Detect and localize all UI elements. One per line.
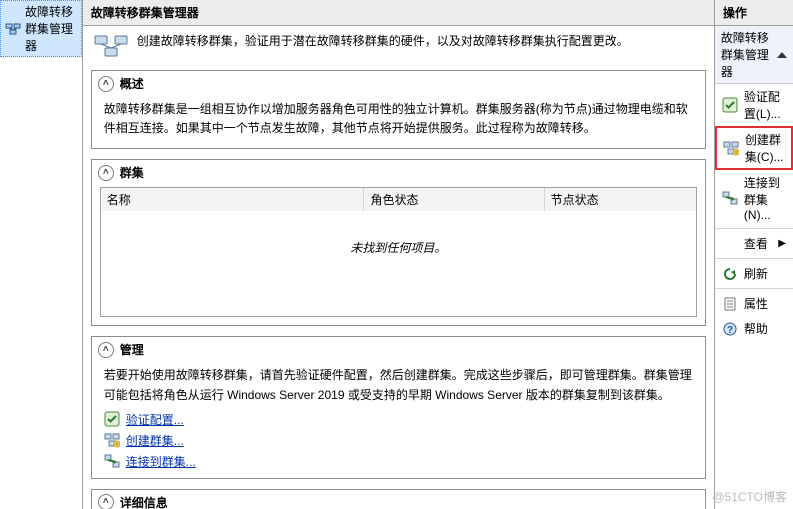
action-separator (715, 258, 793, 259)
collapse-up-icon (777, 52, 787, 58)
overview-section: ˄ 概述 故障转移群集是一组相互协作以增加服务器角色可用性的独立计算机。群集服务… (91, 70, 706, 149)
main-scroll-area[interactable]: ˄ 概述 故障转移群集是一组相互协作以增加服务器角色可用性的独立计算机。群集服务… (83, 66, 714, 509)
overview-title: 概述 (120, 75, 144, 92)
moreinfo-header: ˄ 详细信息 (92, 490, 705, 509)
app-root: 故障转移群集管理器 故障转移群集管理器 创建故障转移群集，验证用于潜在故障转移群… (0, 0, 793, 509)
actions-group-header[interactable]: 故障转移群集管理器 (715, 26, 793, 84)
col-nodestate-header[interactable]: 节点状态 (545, 188, 696, 211)
moreinfo-title: 详细信息 (120, 494, 168, 509)
action-view[interactable]: 查看 ▶ (715, 231, 793, 256)
properties-icon (722, 296, 738, 312)
moreinfo-section: ˄ 详细信息 Web 上的故障转移群集主题 (91, 489, 706, 509)
management-body: 若要开始使用故障转移群集，请首先验证硬件配置，然后创建群集。完成这些步骤后，即可… (92, 362, 705, 408)
svg-text:?: ? (727, 325, 733, 336)
cluster-manager-icon (5, 21, 21, 37)
action-help-label: 帮助 (744, 320, 768, 337)
connect-cluster-row: 连接到群集... (92, 451, 705, 472)
action-create-cluster[interactable]: 创建群集(C)... (715, 126, 793, 170)
action-refresh-label: 刷新 (744, 265, 768, 282)
intro-row: 创建故障转移群集，验证用于潜在故障转移群集的硬件，以及对故障转移群集执行配置更改… (83, 26, 714, 66)
validate-config-icon (722, 97, 738, 113)
create-cluster-icon (104, 432, 120, 448)
create-cluster-row: 创建群集... (92, 430, 705, 451)
overview-header: ˄ 概述 (92, 71, 705, 96)
cluster-intro-icon (93, 32, 129, 60)
action-properties[interactable]: 属性 (715, 291, 793, 316)
actions-title: 操作 (715, 0, 793, 26)
tree-pane: 故障转移群集管理器 (0, 0, 83, 509)
action-properties-label: 属性 (744, 295, 768, 312)
clusters-title: 群集 (120, 164, 144, 181)
overview-body: 故障转移群集是一组相互协作以增加服务器角色可用性的独立计算机。群集服务器(称为节… (92, 96, 705, 142)
management-title: 管理 (120, 341, 144, 358)
collapse-toggle-icon[interactable]: ˄ (98, 165, 114, 181)
validate-config-link[interactable]: 验证配置... (126, 411, 184, 428)
action-validate-config[interactable]: 验证配置(L)... (715, 84, 793, 126)
connect-cluster-link[interactable]: 连接到群集... (126, 453, 196, 470)
main-title: 故障转移群集管理器 (83, 0, 714, 26)
management-header: ˄ 管理 (92, 337, 705, 362)
action-view-label: 查看 (744, 235, 768, 252)
action-help[interactable]: ? 帮助 (715, 316, 793, 341)
create-cluster-icon (723, 140, 739, 156)
intro-text: 创建故障转移群集，验证用于潜在故障转移群集的硬件，以及对故障转移群集执行配置更改… (137, 32, 704, 50)
col-name-header[interactable]: 名称 (101, 188, 365, 211)
connect-cluster-icon (104, 453, 120, 469)
main-pane: 故障转移群集管理器 创建故障转移群集，验证用于潜在故障转移群集的硬件，以及对故障… (83, 0, 715, 509)
collapse-toggle-icon[interactable]: ˄ (98, 76, 114, 92)
management-section: ˄ 管理 若要开始使用故障转移群集，请首先验证硬件配置，然后创建群集。完成这些步… (91, 336, 706, 478)
refresh-icon (722, 266, 738, 282)
tree-root-label: 故障转移群集管理器 (25, 3, 77, 54)
clusters-table-head: 名称 角色状态 节点状态 (101, 188, 696, 211)
clusters-section: ˄ 群集 名称 角色状态 节点状态 未找到任何项目。 (91, 159, 706, 326)
help-icon: ? (722, 321, 738, 337)
create-cluster-link[interactable]: 创建群集... (126, 432, 184, 449)
collapse-toggle-icon[interactable]: ˄ (98, 494, 114, 509)
validate-config-row: 验证配置... (92, 409, 705, 430)
actions-pane: 操作 故障转移群集管理器 验证配置(L)... (715, 0, 793, 509)
action-validate-label: 验证配置(L)... (744, 88, 786, 122)
submenu-arrow-icon: ▶ (778, 238, 786, 249)
clusters-table: 名称 角色状态 节点状态 未找到任何项目。 (100, 187, 697, 317)
tree-root-item[interactable]: 故障转移群集管理器 (0, 0, 82, 57)
action-separator (715, 228, 793, 229)
clusters-header: ˄ 群集 (92, 160, 705, 185)
action-create-label: 创建群集(C)... (745, 131, 785, 165)
action-connect-label: 连接到群集(N)... (744, 174, 786, 222)
actions-group-label: 故障转移群集管理器 (721, 29, 777, 80)
action-separator (715, 288, 793, 289)
clusters-empty-text: 未找到任何项目。 (101, 211, 696, 316)
collapse-toggle-icon[interactable]: ˄ (98, 342, 114, 358)
action-connect-cluster[interactable]: 连接到群集(N)... (715, 170, 793, 226)
col-rolestate-header[interactable]: 角色状态 (364, 188, 544, 211)
action-refresh[interactable]: 刷新 (715, 261, 793, 286)
connect-cluster-icon (722, 190, 738, 206)
validate-config-icon (104, 411, 120, 427)
